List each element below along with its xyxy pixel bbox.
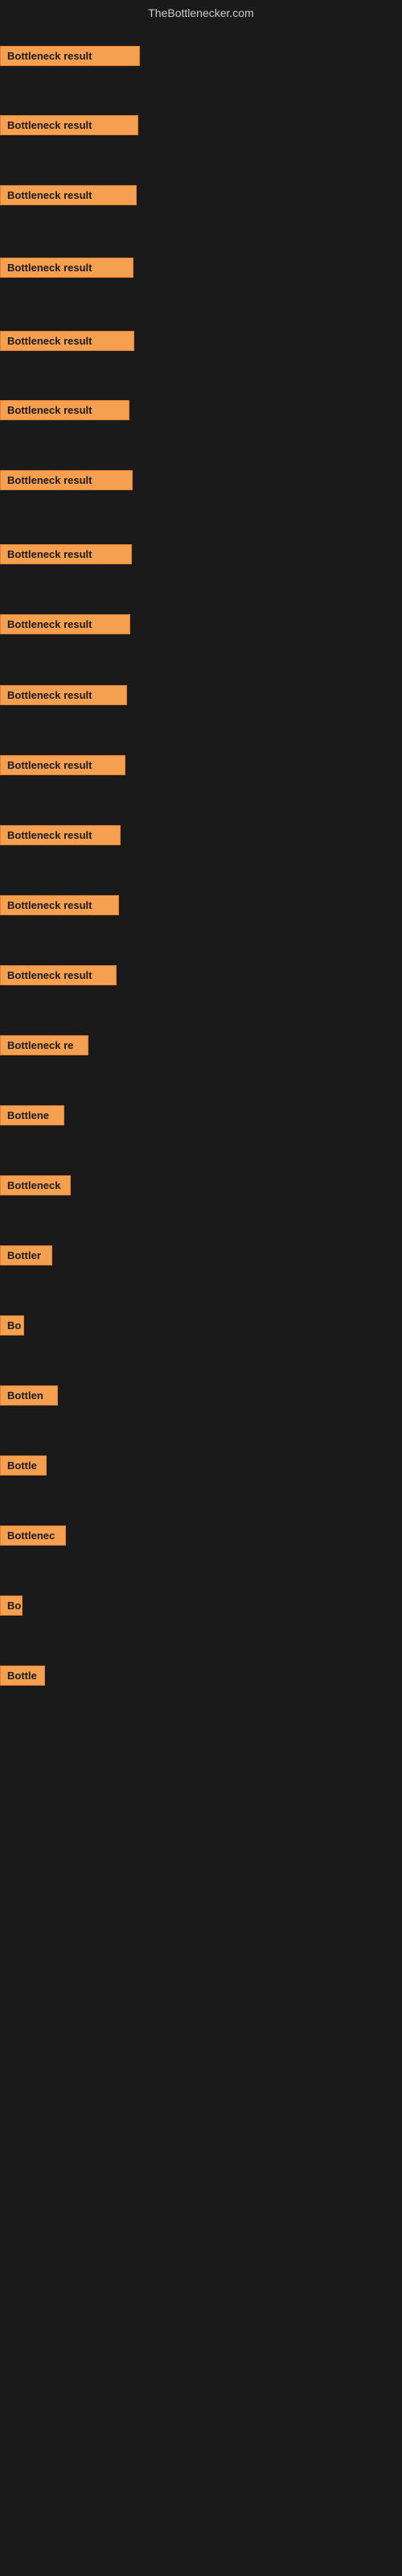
bottleneck-result-item: Bottleneck result xyxy=(0,895,119,915)
bottleneck-result-item: Bottleneck result xyxy=(0,258,133,278)
bottleneck-result-item: Bottleneck result xyxy=(0,470,133,490)
bottleneck-result-item: Bottleneck result xyxy=(0,331,134,351)
bottleneck-result-item: Bottle xyxy=(0,1666,45,1686)
bottleneck-result-item: Bo xyxy=(0,1596,23,1616)
bottleneck-result-item: Bottleneck xyxy=(0,1175,71,1195)
bottleneck-result-item: Bottlenec xyxy=(0,1525,66,1546)
bottleneck-result-item: Bottlen xyxy=(0,1385,58,1406)
bottleneck-result-item: Bottleneck result xyxy=(0,965,117,985)
bottleneck-result-item: Bottleneck result xyxy=(0,185,137,205)
bottleneck-result-item: Bottleneck re xyxy=(0,1035,88,1055)
bottleneck-result-item: Bottleneck result xyxy=(0,755,125,775)
bottleneck-result-item: Bottlene xyxy=(0,1105,64,1125)
bottleneck-result-item: Bottleneck result xyxy=(0,115,138,135)
site-title: TheBottlenecker.com xyxy=(0,0,402,23)
bottleneck-result-item: Bottle xyxy=(0,1455,47,1476)
bottleneck-result-item: Bottleneck result xyxy=(0,544,132,564)
bottleneck-result-item: Bottleneck result xyxy=(0,614,130,634)
bottleneck-result-item: Bottleneck result xyxy=(0,400,129,420)
bottleneck-result-item: Bo xyxy=(0,1315,24,1335)
bottleneck-result-item: Bottleneck result xyxy=(0,825,121,845)
bottleneck-result-item: Bottleneck result xyxy=(0,46,140,66)
bottleneck-result-item: Bottleneck result xyxy=(0,685,127,705)
bottleneck-result-item: Bottler xyxy=(0,1245,52,1265)
